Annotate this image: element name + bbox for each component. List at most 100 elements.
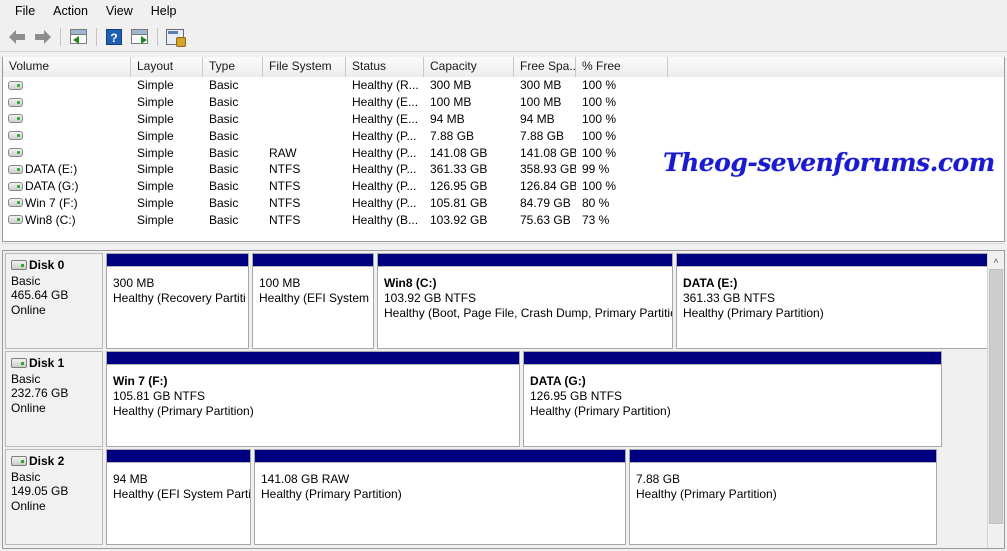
cell-capacity: 361.33 GB bbox=[430, 162, 488, 177]
table-row[interactable]: Win 7 (F:) Simple Basic NTFS Healthy (P... 10… bbox=[3, 195, 1004, 212]
scrollbar-thumb[interactable] bbox=[989, 269, 1003, 524]
disk-name: Disk 0 bbox=[29, 258, 65, 272]
cell-layout: Simple bbox=[137, 95, 174, 110]
volume-rows: Simple Basic Healthy (R... 300 MB 300 MB 100 … bbox=[3, 77, 1004, 228]
disk-name: Disk 2 bbox=[29, 454, 65, 468]
cell-capacity: 141.08 GB bbox=[430, 145, 488, 160]
cell-percent-free: 100 % bbox=[582, 78, 617, 93]
cell-capacity: 100 MB bbox=[430, 95, 472, 110]
cell-volume bbox=[3, 97, 131, 107]
partition-block[interactable]: DATA (E:) 361.33 GB NTFS Healthy (Primary … bbox=[676, 253, 1001, 349]
show-hide-console-tree-icon[interactable] bbox=[66, 25, 90, 49]
partition-color-bar bbox=[107, 352, 519, 365]
disk-row: Disk 1 Basic 232.76 GB Online Win 7 (F:) 105.… bbox=[5, 351, 1004, 447]
cell-free-space: 358.93 GB bbox=[520, 162, 576, 177]
cell-file-system: NTFS bbox=[269, 212, 301, 227]
pane-splitter[interactable] bbox=[2, 243, 1005, 249]
volume-drive-icon bbox=[8, 215, 23, 225]
partition-block[interactable]: 94 MB Healthy (EFI System Parti bbox=[106, 449, 251, 545]
volume-drive-icon bbox=[8, 181, 23, 191]
help-icon[interactable]: ? bbox=[102, 25, 126, 49]
column-header-type[interactable]: Type bbox=[203, 57, 263, 77]
partition-block[interactable]: 7.88 GB Healthy (Primary Partition) bbox=[629, 449, 937, 545]
toolbar-separator bbox=[157, 27, 158, 46]
cell-status: Healthy (P... bbox=[352, 179, 417, 194]
cell-type: Basic bbox=[209, 78, 239, 93]
cell-file-system: NTFS bbox=[269, 195, 301, 210]
properties-icon[interactable] bbox=[163, 25, 187, 49]
partition-block[interactable]: 141.08 GB RAW Healthy (Primary Partition) bbox=[254, 449, 626, 545]
back-arrow-icon[interactable] bbox=[5, 25, 29, 49]
table-row[interactable]: DATA (E:) Simple Basic NTFS Healthy (P... 361… bbox=[3, 161, 1004, 178]
cell-layout: Simple bbox=[137, 111, 174, 126]
cell-volume: Win 7 (F:) bbox=[3, 196, 131, 210]
disk-info-panel[interactable]: Disk 1 Basic 232.76 GB Online bbox=[5, 351, 103, 447]
partition-block[interactable]: DATA (G:) 126.95 GB NTFS Healthy (Primary … bbox=[523, 351, 942, 447]
disk-drive-icon bbox=[11, 260, 27, 271]
partition-health: Healthy (Primary Partition) bbox=[530, 404, 671, 418]
graphical-pane-scrollbar[interactable]: ˄ bbox=[987, 252, 1004, 548]
partition-color-bar bbox=[677, 254, 1000, 267]
partition-health: Healthy (Boot, Page File, Crash Dump, Pr… bbox=[384, 306, 672, 320]
cell-free-space: 300 MB bbox=[520, 78, 562, 93]
cell-percent-free: 80 % bbox=[582, 195, 610, 210]
partition-color-bar bbox=[255, 450, 625, 463]
forward-arrow-icon[interactable] bbox=[30, 25, 54, 49]
cell-percent-free: 100 % bbox=[582, 111, 617, 126]
disk-info-panel[interactable]: Disk 0 Basic 465.64 GB Online bbox=[5, 253, 103, 349]
cell-status: Healthy (R... bbox=[352, 78, 419, 93]
cell-type: Basic bbox=[209, 95, 239, 110]
table-row[interactable]: Simple Basic Healthy (E... 100 MB 100 MB 100 … bbox=[3, 94, 1004, 111]
partition-size: 105.81 GB NTFS bbox=[113, 389, 206, 403]
cell-free-space: 141.08 GB bbox=[520, 145, 576, 160]
scroll-up-arrow-icon[interactable]: ˄ bbox=[988, 252, 1004, 269]
partition-block[interactable]: 300 MB Healthy (Recovery Partiti bbox=[106, 253, 249, 349]
partition-strip: 300 MB Healthy (Recovery Partiti 100 MB Hea… bbox=[103, 253, 1004, 349]
menu-view[interactable]: View bbox=[97, 1, 142, 22]
partition-block[interactable]: Win8 (C:) 103.92 GB NTFS Healthy (Boot, Pa… bbox=[377, 253, 673, 349]
table-row[interactable]: Win8 (C:) Simple Basic NTFS Healthy (B... 103… bbox=[3, 211, 1004, 228]
menu-action[interactable]: Action bbox=[44, 1, 97, 22]
disk-type: Basic bbox=[11, 273, 41, 288]
volume-list-pane: Volume Layout Type File System Status Capacit… bbox=[2, 57, 1005, 242]
column-header-status[interactable]: Status bbox=[346, 57, 424, 77]
cell-type: Basic bbox=[209, 162, 239, 177]
cell-file-system: RAW bbox=[269, 145, 297, 160]
partition-health: Healthy (Primary Partition) bbox=[683, 306, 824, 320]
partition-size: 7.88 GB bbox=[636, 472, 681, 486]
column-header-capacity[interactable]: Capacity bbox=[424, 57, 514, 77]
disk-info-panel[interactable]: Disk 2 Basic 149.05 GB Online bbox=[5, 449, 103, 545]
menu-bar: File Action View Help bbox=[0, 0, 1007, 22]
cell-type: Basic bbox=[209, 179, 239, 194]
show-hide-action-pane-icon[interactable] bbox=[127, 25, 151, 49]
partition-size: 100 MB bbox=[259, 276, 301, 290]
partition-block[interactable]: 100 MB Healthy (EFI System bbox=[252, 253, 374, 349]
disk-title: Disk 0 bbox=[11, 258, 102, 273]
partition-block[interactable]: Win 7 (F:) 105.81 GB NTFS Healthy (Primary… bbox=[106, 351, 520, 447]
table-row[interactable]: Simple Basic Healthy (R... 300 MB 300 MB 100 … bbox=[3, 77, 1004, 94]
cell-status: Healthy (P... bbox=[352, 195, 417, 210]
partition-size: 103.92 GB NTFS bbox=[384, 291, 477, 305]
column-header-layout[interactable]: Layout bbox=[131, 57, 203, 77]
menu-file[interactable]: File bbox=[6, 1, 44, 22]
volume-drive-icon bbox=[8, 131, 23, 141]
table-row[interactable]: Simple Basic Healthy (P... 7.88 GB 7.88 GB 10… bbox=[3, 127, 1004, 144]
partition-name: Win 7 (F:) bbox=[113, 374, 168, 388]
column-header-free[interactable]: % Free bbox=[576, 57, 668, 77]
column-header-free-spa[interactable]: Free Spa... bbox=[514, 57, 576, 77]
partition-health: Healthy (Primary Partition) bbox=[261, 487, 402, 501]
window-left-glyph bbox=[69, 29, 87, 44]
disk-status: Online bbox=[11, 498, 46, 513]
column-header-volume[interactable]: Volume bbox=[3, 57, 131, 77]
cell-percent-free: 99 % bbox=[582, 162, 610, 177]
table-row[interactable]: Simple Basic RAW Healthy (P... 141.08 GB 141.… bbox=[3, 144, 1004, 161]
menu-help[interactable]: Help bbox=[142, 1, 186, 22]
table-row[interactable]: DATA (G:) Simple Basic NTFS Healthy (P... 126… bbox=[3, 178, 1004, 195]
table-row[interactable]: Simple Basic Healthy (E... 94 MB 94 MB 100 % bbox=[3, 111, 1004, 128]
cell-free-space: 94 MB bbox=[520, 111, 555, 126]
disk-rows: Disk 0 Basic 465.64 GB Online 300 MB Healthy … bbox=[3, 253, 1004, 545]
column-header-file-system[interactable]: File System bbox=[263, 57, 346, 77]
partition-name: Win8 (C:) bbox=[384, 276, 437, 290]
forward-arrow-glyph bbox=[34, 30, 51, 44]
partition-health: Healthy (Primary Partition) bbox=[636, 487, 777, 501]
